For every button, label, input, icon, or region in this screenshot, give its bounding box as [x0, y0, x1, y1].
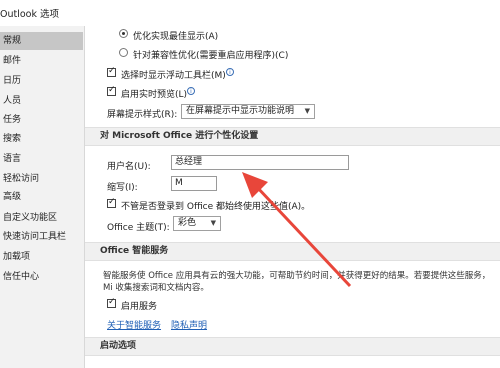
annotation-arrow — [242, 172, 352, 288]
arrow-shaft — [254, 184, 352, 288]
